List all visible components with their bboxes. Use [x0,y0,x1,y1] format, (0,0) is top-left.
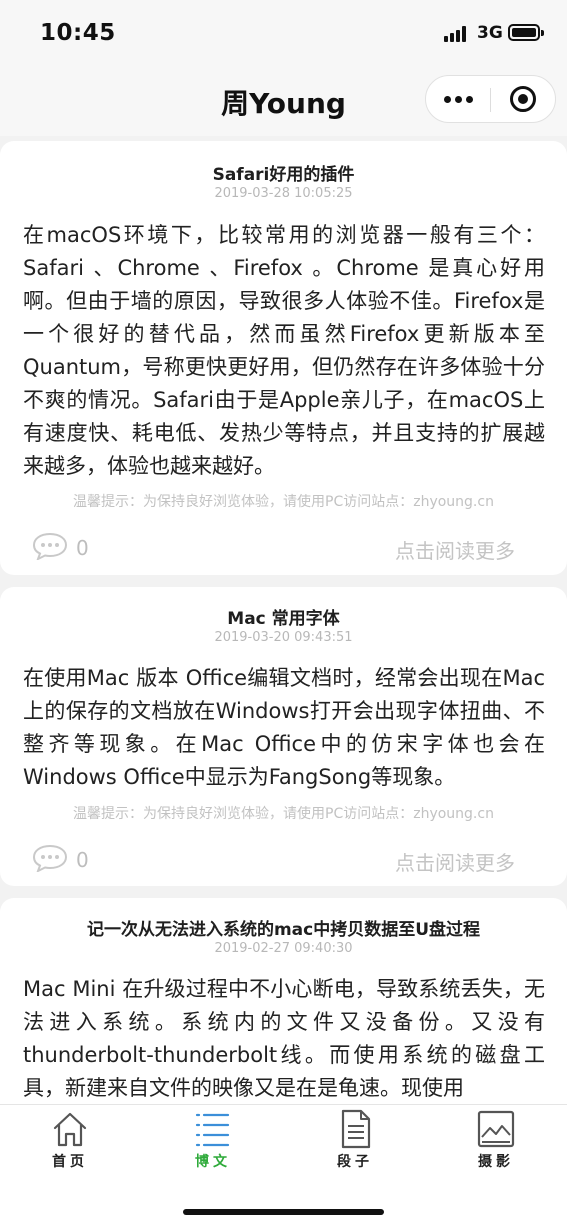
home-icon [53,1112,87,1147]
battery-icon [508,24,544,41]
post-date: 2019-03-28 10:05:25 [214,186,353,201]
post-excerpt: Mac Mini 在升级过程中不小心断电，导致系统丢失，无法进入系统。系统内的文… [23,977,545,1100]
comment-count: 0 [76,848,89,872]
status-time: 10:45 [40,20,116,46]
signal-icon [444,26,471,42]
mini-program-capsule [425,75,556,123]
post-card[interactable]: Safari好用的插件 2019-03-28 10:05:25 在macOS环境… [0,141,567,575]
tab-label: 博文 [195,1154,231,1170]
status-bar: 10:45 3G [0,0,567,68]
home-indicator [183,1209,384,1215]
post-excerpt: 在使用Mac 版本 Office编辑文档时，经常会出现在Mac上的保存的文档放在… [23,666,545,789]
comment-icon[interactable] [32,844,68,872]
photo-icon [477,1110,515,1148]
visit-tip: 温馨提示：为保持良好浏览体验，请使用PC访问站点：zhyoung.cn [73,806,494,822]
close-mini-program-icon[interactable] [510,86,536,112]
nav-bar: 周Young [0,68,567,136]
post-card[interactable]: Mac 常用字体 2019-03-20 09:43:51 在使用Mac 版本 O… [0,587,567,886]
post-date: 2019-03-20 09:43:51 [214,630,353,645]
comment-count: 0 [76,536,89,560]
list-icon [195,1113,230,1147]
read-more-link[interactable]: 点击阅读更多 [395,535,515,564]
document-icon [341,1109,371,1149]
tab-label: 段子 [337,1154,373,1170]
tab-home[interactable]: 首页 [30,1109,110,1175]
tab-photography[interactable]: 摄影 [456,1109,536,1175]
tab-label: 首页 [52,1154,88,1170]
post-date: 2019-02-27 09:40:30 [214,941,353,956]
post-card[interactable]: 记一次从无法进入系统的mac中拷贝数据至U盘过程 2019-02-27 09:4… [0,898,567,1138]
visit-tip: 温馨提示：为保持良好浏览体验，请使用PC访问站点：zhyoung.cn [73,494,494,510]
read-more-link[interactable]: 点击阅读更多 [395,847,515,876]
more-icon[interactable] [444,96,474,104]
post-title[interactable]: Mac 常用字体 [0,604,567,629]
post-excerpt: 在macOS环境下，比较常用的浏览器一般有三个：Safari 、Chrome 、… [23,223,545,478]
post-title[interactable]: 记一次从无法进入系统的mac中拷贝数据至U盘过程 [0,915,567,940]
tab-posts[interactable]: 博文 [173,1109,253,1175]
tab-jokes[interactable]: 段子 [315,1109,395,1175]
comment-icon[interactable] [32,532,68,560]
tab-label: 摄影 [478,1154,514,1170]
capsule-divider [490,88,491,112]
network-type: 3G [477,23,503,43]
post-title[interactable]: Safari好用的插件 [0,160,567,185]
